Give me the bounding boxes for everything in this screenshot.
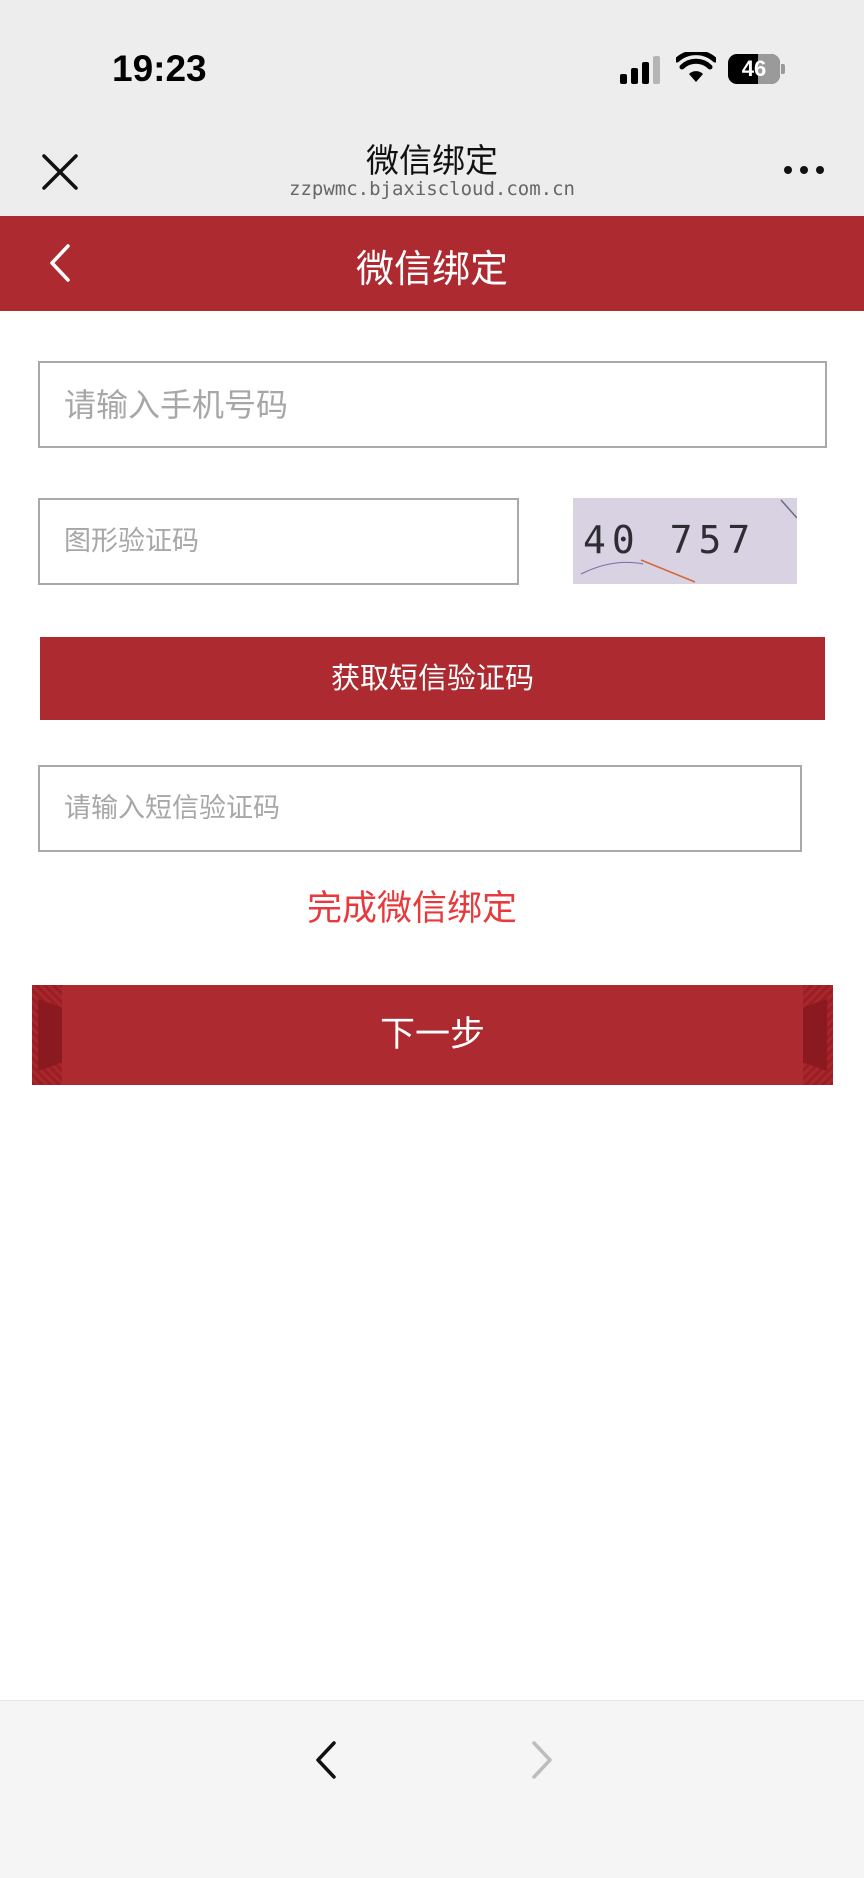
chevron-right-icon[interactable] bbox=[522, 1735, 562, 1785]
get-sms-code-button[interactable]: 获取短信验证码 bbox=[40, 637, 825, 720]
phone-input-box bbox=[38, 361, 827, 448]
next-button-label: 下一步 bbox=[379, 1015, 485, 1055]
captcha-image[interactable]: 40 757 bbox=[573, 498, 797, 584]
next-button[interactable]: 下一步 bbox=[32, 985, 833, 1085]
chevron-left-icon[interactable] bbox=[306, 1735, 346, 1785]
captcha-noise bbox=[580, 499, 797, 583]
signal-icon bbox=[620, 56, 662, 84]
more-icon[interactable] bbox=[780, 162, 828, 182]
sms-code-input[interactable] bbox=[40, 767, 800, 850]
complete-binding-text[interactable]: 完成微信绑定 bbox=[0, 880, 824, 931]
webview-title-bar: 微信绑定 zzpwmc.bjaxiscloud.com.cn bbox=[0, 124, 864, 216]
webview-title: 微信绑定 bbox=[366, 141, 498, 180]
page-title: 微信绑定 bbox=[355, 247, 508, 291]
bottom-navigation-bar bbox=[0, 1700, 864, 1878]
phone-input[interactable] bbox=[40, 363, 825, 446]
battery-level: 46 bbox=[741, 56, 767, 81]
status-bar: 19:23 46 bbox=[0, 0, 864, 124]
wifi-icon bbox=[676, 52, 716, 82]
battery-icon: 46 bbox=[728, 54, 785, 84]
app-header: 微信绑定 bbox=[0, 216, 864, 311]
captcha-input[interactable] bbox=[40, 500, 517, 583]
status-time: 19:23 bbox=[112, 48, 207, 89]
sms-code-input-box bbox=[38, 765, 802, 852]
webview-url: zzpwmc.bjaxiscloud.com.cn bbox=[289, 178, 575, 200]
captcha-input-box bbox=[38, 498, 519, 585]
